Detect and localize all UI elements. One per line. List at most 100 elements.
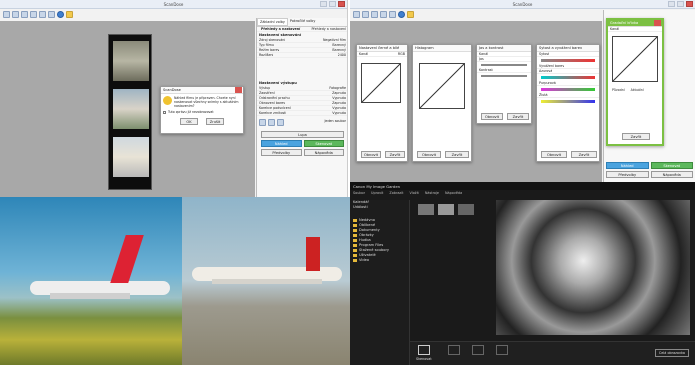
preview-icon[interactable]	[3, 11, 10, 18]
settings-icon[interactable]	[48, 11, 55, 18]
close-panel-button[interactable]: Zavřít	[445, 151, 469, 158]
crop-icon[interactable]	[389, 11, 396, 18]
dialog-close-button[interactable]	[235, 87, 242, 93]
settings-dropdown[interactable]: Přehledy a nastavení	[311, 27, 346, 31]
reset-button[interactable]: Obnovit	[541, 151, 567, 158]
close-button[interactable]	[338, 1, 345, 7]
zoom-icon[interactable]	[380, 11, 387, 18]
saturation-slider[interactable]	[541, 59, 595, 62]
brightness-slider[interactable]	[481, 64, 527, 66]
close-panel-button[interactable]: Zavřít	[571, 151, 597, 158]
scan-icon[interactable]	[12, 11, 19, 18]
cyan-red-slider[interactable]	[541, 76, 595, 79]
folder-icon	[353, 218, 357, 222]
folder-icon	[353, 238, 357, 242]
reset-button[interactable]: Obnovit	[481, 113, 503, 120]
output-row-value[interactable]: Zapnuto	[332, 101, 346, 105]
minimize-button[interactable]	[320, 1, 327, 7]
close-panel-button[interactable]: Zavřít	[507, 113, 529, 120]
menu-item[interactable]: Nástroje	[425, 191, 439, 198]
preferences-button[interactable]: Předvolby	[261, 149, 302, 156]
tool-icon[interactable]	[472, 345, 484, 355]
menu-item[interactable]: Nápověda	[445, 191, 462, 198]
scan-row-value[interactable]: Negativní film	[323, 38, 346, 42]
output-row-value[interactable]: Vypnuto	[332, 96, 346, 100]
saturation-panel: Sytost a vyvážení barev Sytost Vyvážení …	[536, 44, 600, 162]
color-icon[interactable]	[259, 119, 266, 126]
tab-basic[interactable]: Základní volby	[257, 18, 288, 26]
fullscreen-button[interactable]: Celá obrazovka	[654, 349, 689, 357]
scan-row-value[interactable]: Barevný	[332, 43, 346, 47]
tool-icon[interactable]	[448, 345, 460, 355]
info-icon[interactable]	[398, 11, 405, 18]
folder-icon	[353, 233, 357, 237]
channel-select[interactable]: RGB	[398, 52, 405, 56]
close-panel-button[interactable]: Zavřít	[385, 151, 405, 158]
tool-icon[interactable]	[496, 345, 508, 355]
curve-icon[interactable]	[277, 119, 284, 126]
preview-button[interactable]: Náhled	[606, 162, 649, 169]
close-button[interactable]	[686, 1, 693, 7]
menu-item[interactable]: Zobrazit	[389, 191, 403, 198]
info-icon[interactable]	[57, 11, 64, 18]
curve-graph[interactable]	[612, 36, 658, 82]
settings-panel: Gradační křivka Kanál Původní Aktuální Z…	[603, 10, 695, 182]
maximize-button[interactable]	[677, 1, 684, 7]
zoom-button[interactable]: Lupa	[261, 131, 344, 138]
sidebar-item[interactable]: Video	[350, 258, 409, 263]
scan-row-label: Typ filmu	[259, 43, 274, 47]
levels-icon[interactable]	[268, 119, 275, 126]
preferences-button[interactable]: Předvolby	[606, 171, 649, 178]
checkbox[interactable]	[163, 110, 166, 114]
app-title: Canon My Image Garden	[350, 182, 695, 190]
contrast-slider[interactable]	[481, 75, 527, 77]
preview-icon[interactable]	[353, 11, 360, 18]
reset-button[interactable]: Obnovit	[417, 151, 441, 158]
cancel-button[interactable]: Zrušit	[206, 118, 224, 125]
film-frame	[113, 41, 149, 81]
thumbnail[interactable]	[438, 204, 454, 215]
minimize-button[interactable]	[668, 1, 675, 7]
output-row-value[interactable]: Vypnuto	[332, 106, 346, 110]
scan-row-value[interactable]: 2400	[338, 53, 346, 57]
crop-icon[interactable]	[39, 11, 46, 18]
preview-button[interactable]: Náhled	[261, 140, 302, 147]
help-button[interactable]: Nápověda	[650, 171, 693, 178]
magenta-green-slider[interactable]	[541, 88, 595, 91]
rotate-icon[interactable]	[21, 11, 28, 18]
output-row-value[interactable]: Zapnuto	[332, 91, 346, 95]
scan-button[interactable]: Skenovat	[303, 140, 344, 147]
scan-row-value[interactable]: Barevný	[332, 48, 346, 52]
scan-icon[interactable]	[362, 11, 369, 18]
rotate-icon[interactable]	[371, 11, 378, 18]
dialog-message: Náhled filmu je připraven. Chcete nyní n…	[174, 96, 239, 108]
airliner-photo-right	[182, 197, 350, 365]
thumbnail[interactable]	[458, 204, 474, 215]
yellow-blue-slider[interactable]	[541, 100, 595, 103]
help-icon[interactable]	[407, 11, 414, 18]
menu-item[interactable]: Upravit	[371, 191, 383, 198]
scanned-photos	[0, 197, 350, 365]
help-icon[interactable]	[66, 11, 73, 18]
bottom-bar: Skenovat Celá obrazovka	[410, 341, 695, 365]
scan-button[interactable]: Skenovat	[650, 162, 693, 169]
menu-item[interactable]: Soubor	[353, 191, 365, 198]
close-panel-button[interactable]: Zavřít	[622, 133, 650, 140]
tab-advanced[interactable]: Pokročilé volby	[288, 18, 317, 26]
scan-icon[interactable]	[418, 345, 430, 355]
airplane-wing	[50, 293, 130, 299]
output-dropdown[interactable]: Jeden soubor	[324, 119, 346, 126]
output-row-value[interactable]: Fotografie	[329, 86, 346, 90]
thumbnail[interactable]	[418, 204, 434, 215]
menu-item[interactable]: Vložit	[409, 191, 418, 198]
reset-button[interactable]: Obnovit	[361, 151, 381, 158]
output-row-label: Výstup	[259, 86, 271, 90]
dialog-close-button[interactable]	[654, 20, 661, 26]
zoom-icon[interactable]	[30, 11, 37, 18]
ok-button[interactable]: OK	[180, 118, 198, 125]
preview-image	[496, 200, 690, 335]
help-button[interactable]: Nápověda	[303, 149, 344, 156]
maximize-button[interactable]	[329, 1, 336, 7]
output-row-value[interactable]: Vypnuto	[332, 111, 346, 115]
